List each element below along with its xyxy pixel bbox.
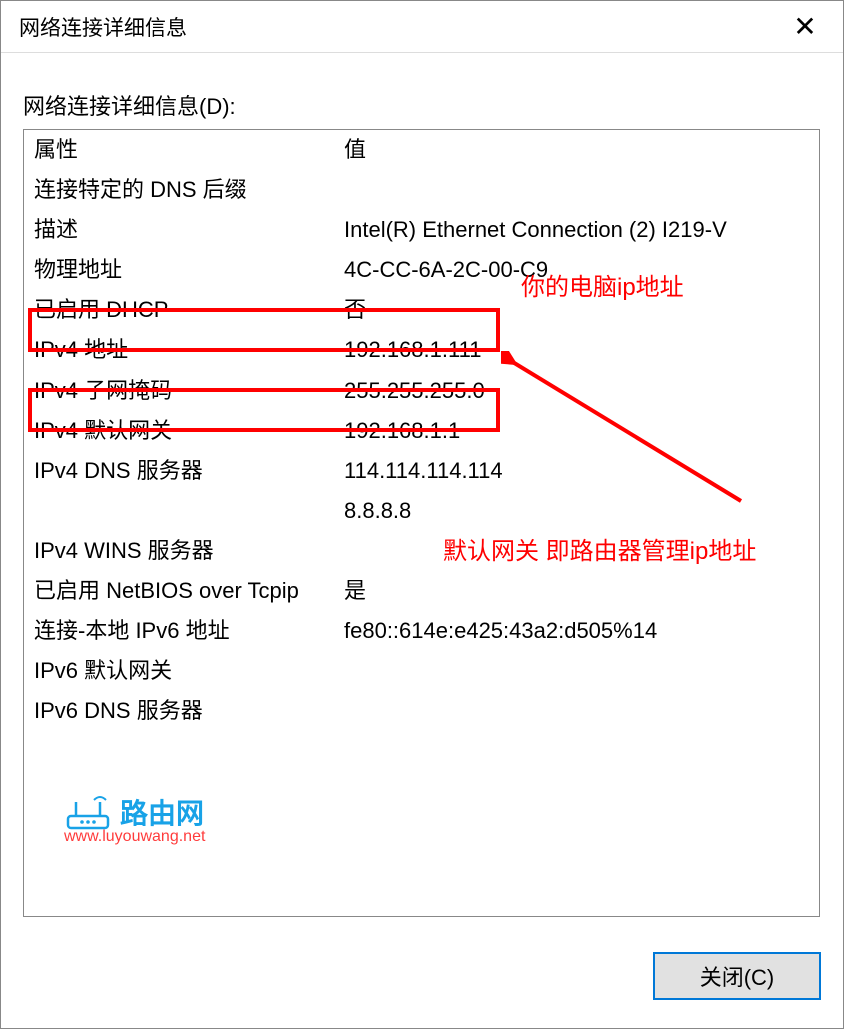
val-cell <box>344 534 809 568</box>
router-icon <box>64 792 112 832</box>
table-row[interactable]: 连接特定的 DNS 后缀 <box>24 170 819 210</box>
watermark-url: www.luyouwang.net <box>64 828 205 846</box>
val-cell <box>344 654 809 688</box>
dialog-window: 网络连接详细信息 ✕ 网络连接详细信息(D): 属性 值 连接特定的 DNS 后… <box>0 0 844 1029</box>
table-row[interactable]: 连接-本地 IPv6 地址 fe80::614e:e425:43a2:d505%… <box>24 611 819 651</box>
table-row[interactable]: IPv4 DNS 服务器 114.114.114.114 <box>24 451 819 491</box>
button-row: 关闭(C) <box>653 952 821 1000</box>
content-area: 网络连接详细信息(D): 属性 值 连接特定的 DNS 后缀 描述 Intel(… <box>1 53 843 939</box>
watermark: 路由网 www.luyouwang.net <box>64 792 205 846</box>
column-header-property[interactable]: 属性 <box>34 133 344 167</box>
column-header-value[interactable]: 值 <box>344 133 809 167</box>
val-cell: 8.8.8.8 <box>344 494 809 528</box>
val-cell: Intel(R) Ethernet Connection (2) I219-V <box>344 213 809 247</box>
prop-cell: 描述 <box>34 213 344 247</box>
table-row[interactable]: 8.8.8.8 <box>24 491 819 531</box>
prop-cell: 已启用 NetBIOS over Tcpip <box>34 574 344 608</box>
window-title: 网络连接详细信息 <box>19 12 187 42</box>
prop-cell: 物理地址 <box>34 253 344 287</box>
watermark-name: 路由网 <box>120 792 204 832</box>
close-icon[interactable]: ✕ <box>785 10 825 43</box>
prop-cell: IPv4 WINS 服务器 <box>34 534 344 568</box>
table-row[interactable]: 已启用 NetBIOS over Tcpip 是 <box>24 571 819 611</box>
titlebar: 网络连接详细信息 ✕ <box>1 1 843 53</box>
section-label: 网络连接详细信息(D): <box>23 89 821 121</box>
table-row[interactable]: IPv4 默认网关 192.168.1.1 <box>24 411 819 451</box>
val-cell: 255.255.255.0 <box>344 374 809 408</box>
val-cell: 是 <box>344 574 809 608</box>
prop-cell: IPv4 子网掩码 <box>34 374 344 408</box>
close-button[interactable]: 关闭(C) <box>653 952 821 1000</box>
prop-cell: IPv4 DNS 服务器 <box>34 454 344 488</box>
table-row[interactable]: IPv4 地址 192.168.1.111 <box>24 330 819 370</box>
header-row: 属性 值 <box>24 130 819 170</box>
table-row[interactable]: 物理地址 4C-CC-6A-2C-00-C9 <box>24 250 819 290</box>
val-cell <box>344 173 809 207</box>
val-cell: fe80::614e:e425:43a2:d505%14 <box>344 614 809 648</box>
prop-cell: 连接特定的 DNS 后缀 <box>34 173 344 207</box>
prop-cell <box>34 494 344 528</box>
prop-cell: IPv4 默认网关 <box>34 414 344 448</box>
prop-cell: IPv6 DNS 服务器 <box>34 694 344 728</box>
val-cell: 否 <box>344 293 809 327</box>
prop-cell: IPv6 默认网关 <box>34 654 344 688</box>
prop-cell: 连接-本地 IPv6 地址 <box>34 614 344 648</box>
table-row[interactable]: IPv4 WINS 服务器 <box>24 531 819 571</box>
val-cell: 192.168.1.1 <box>344 414 809 448</box>
table-row[interactable]: IPv6 默认网关 <box>24 651 819 691</box>
val-cell: 4C-CC-6A-2C-00-C9 <box>344 253 809 287</box>
val-cell <box>344 694 809 728</box>
val-cell: 114.114.114.114 <box>344 454 809 488</box>
table-row[interactable]: 描述 Intel(R) Ethernet Connection (2) I219… <box>24 210 819 250</box>
prop-cell: 已启用 DHCP <box>34 293 344 327</box>
table-row[interactable]: IPv6 DNS 服务器 <box>24 691 819 731</box>
details-listview[interactable]: 属性 值 连接特定的 DNS 后缀 描述 Intel(R) Ethernet C… <box>23 129 820 917</box>
table-row[interactable]: IPv4 子网掩码 255.255.255.0 <box>24 371 819 411</box>
table-row[interactable]: 已启用 DHCP 否 <box>24 290 819 330</box>
prop-cell: IPv4 地址 <box>34 333 344 367</box>
val-cell: 192.168.1.111 <box>344 333 809 367</box>
